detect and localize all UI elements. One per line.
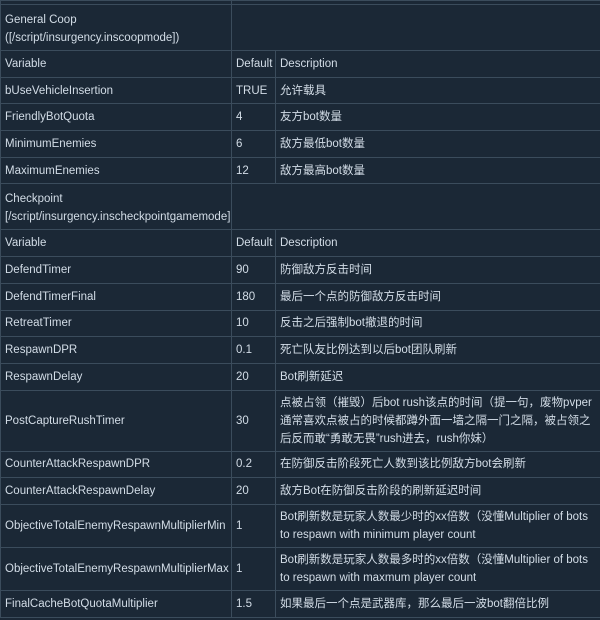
description-cell: 防御敌方反击时间 [275,256,600,284]
variable-cell: ObjectiveTotalEnemyRespawnMultiplierMax [0,546,232,591]
section-title-line1: Checkpoint [5,193,63,206]
variable-cell: ObjectiveTotalEnemyRespawnMultiplierMin [0,503,232,548]
table-row: PostCaptureRushTimer 30 点被占领（摧毁）后bot rus… [0,389,600,452]
table-row: ObjectiveTotalEnemyRespawnMultiplierMin … [0,503,600,548]
default-cell: 180 [231,282,276,311]
variable-cell: DefendTimerFinal [0,282,232,311]
variable-cell: DefendTimer [0,256,232,284]
table-row: DefendTimerFinal 180 最后一个点的防御敌方反击时间 [0,282,600,311]
default-cell: 10 [231,309,276,338]
default-cell: 20 [231,477,276,505]
variable-cell: RetreatTimer [0,309,232,338]
header-variable: Variable [0,50,232,78]
table-row: RespawnDPR 0.1 死亡队友比例达到以后bot团队刷新 [0,336,600,364]
default-cell: 20 [231,362,276,391]
description-cell: 敌方最高bot数量 [275,156,600,185]
description-cell: Bot刷新延迟 [275,362,600,391]
default-cell: 0.2 [231,450,276,479]
table-row: bUseVehicleInsertion TRUE 允许载具 [0,76,600,105]
description-cell: 死亡队友比例达到以后bot团队刷新 [275,336,600,364]
table-row: CounterAttackRespawnDPR 0.2 在防御反击阶段死亡人数到… [0,450,600,479]
header-description: Description [275,229,600,258]
table-row: FriendlyBotQuota 4 友方bot数量 [0,103,600,132]
variable-cell: CounterAttackRespawnDPR [0,450,232,479]
section-title-empty-cell [231,4,600,51]
default-cell: 12 [231,156,276,185]
variable-cell: CounterAttackRespawnDelay [0,477,232,505]
header-row: Variable Default Description [0,229,600,258]
default-cell: 6 [231,130,276,158]
table-row: RetreatTimer 10 反击之后强制bot撤退的时间 [0,309,600,338]
header-default: Default [231,50,276,78]
section-title-empty-cell [231,183,600,231]
section-title: Checkpoint [/script/insurgency.inscheckp… [0,183,232,231]
table-row: FinalCacheBotQuotaMultiplier 1.5 如果最后一个点… [0,589,600,618]
section-title: General Coop ([/script/insurgency.inscoo… [0,4,232,51]
table-row: CounterAttackRespawnDelay 20 敌方Bot在防御反击阶… [0,477,600,505]
section-title-line2: ([/script/insurgency.inscoopmode]) [5,32,180,44]
table-row: ObjectiveTotalEnemyRespawnMultiplierMax … [0,546,600,591]
default-cell: 4 [231,103,276,132]
variable-cell: FinalCacheBotQuotaMultiplier [0,589,232,618]
description-cell: 点被占领（摧毁）后bot rush该点的时间（提一句，废物pvper通常喜欢点被… [275,389,600,452]
description-cell: 反击之后强制bot撤退的时间 [275,309,600,338]
section-title-line1: General Coop [5,14,77,26]
description-cell: Bot刷新数是玩家人数最多时的xx倍数（没懂Multiplier of bots… [275,546,600,591]
description-cell: 敌方最低bot数量 [275,130,600,158]
default-cell: 30 [231,389,276,452]
description-cell: 友方bot数量 [275,103,600,132]
variable-cell: PostCaptureRushTimer [0,389,232,452]
description-cell: 敌方Bot在防御反击阶段的刷新延迟时间 [275,477,600,505]
variable-cell: FriendlyBotQuota [0,103,232,132]
table-row: MinimumEnemies 6 敌方最低bot数量 [0,130,600,158]
table-row: RespawnDelay 20 Bot刷新延迟 [0,362,600,391]
header-variable: Variable [0,229,232,258]
description-cell: 允许载具 [275,76,600,105]
default-cell: 1 [231,546,276,591]
header-row: Variable Default Description [0,50,600,78]
variable-cell: RespawnDelay [0,362,232,391]
default-cell: 90 [231,256,276,284]
header-description: Description [275,50,600,78]
table-row: MaximumEnemies 12 敌方最高bot数量 [0,156,600,185]
default-cell: 0.1 [231,336,276,364]
description-cell: Bot刷新数是玩家人数最少时的xx倍数（没懂Multiplier of bots… [275,503,600,548]
section-title-row: General Coop ([/script/insurgency.inscoo… [0,4,600,51]
header-default: Default [231,229,276,258]
description-cell: 如果最后一个点是武器库，那么最后一波bot翻倍比例 [275,589,600,618]
section-title-line2: [/script/insurgency.inscheckpointgamemod… [5,211,231,224]
description-cell: 最后一个点的防御敌方反击时间 [275,282,600,311]
config-table: General Coop ([/script/insurgency.inscoo… [0,0,600,618]
description-cell: 在防御反击阶段死亡人数到该比例敌方bot会刷新 [275,450,600,479]
variable-cell: RespawnDPR [0,336,232,364]
variable-cell: MinimumEnemies [0,130,232,158]
table-row: DefendTimer 90 防御敌方反击时间 [0,256,600,284]
variable-cell: MaximumEnemies [0,156,232,185]
default-cell: 1.5 [231,589,276,618]
default-cell: TRUE [231,76,276,105]
variable-cell: bUseVehicleInsertion [0,76,232,105]
default-cell: 1 [231,503,276,548]
section-title-row: Checkpoint [/script/insurgency.inscheckp… [0,183,600,231]
